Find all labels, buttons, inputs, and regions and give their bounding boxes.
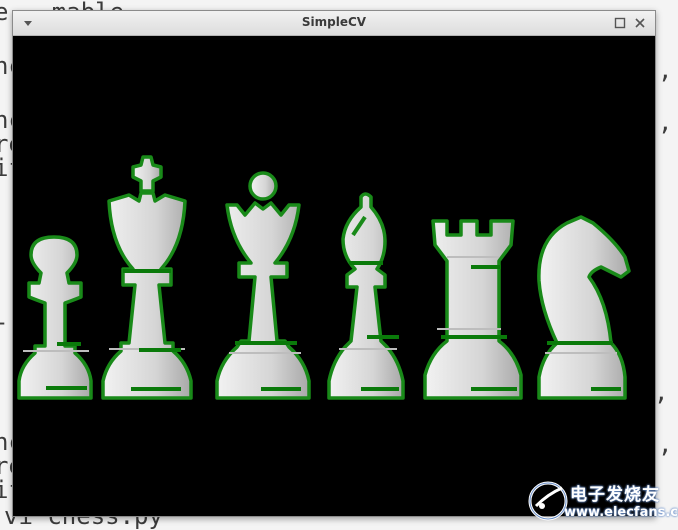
- maximize-button[interactable]: [613, 15, 627, 29]
- simplecv-window: SimpleCV: [12, 10, 656, 517]
- bishop-piece: [327, 192, 405, 400]
- terminal-comma: ,: [654, 378, 669, 406]
- terminal-comma: ,: [658, 56, 673, 84]
- king-piece: [101, 155, 193, 400]
- rook-piece: [423, 219, 523, 400]
- pawn-piece: [17, 235, 93, 400]
- terminal-line: -: [0, 310, 8, 334]
- watermark-url: www.elecfans.com: [564, 505, 678, 520]
- watermark-text: 电子发烧友: [570, 485, 660, 505]
- window-titlebar[interactable]: SimpleCV: [13, 11, 655, 36]
- image-canvas: [13, 36, 655, 516]
- knight-piece: [537, 215, 631, 400]
- elecfans-watermark: 电子发烧友 www.elecfans.com: [528, 474, 678, 528]
- terminal-comma: ,: [658, 108, 673, 136]
- window-title: SimpleCV: [301, 15, 367, 29]
- chess-image: [17, 155, 631, 400]
- terminal-comma: ,: [658, 430, 673, 458]
- queen-piece: [215, 171, 311, 400]
- close-button[interactable]: [633, 15, 647, 29]
- close-icon: [635, 18, 645, 28]
- maximize-icon: [614, 17, 626, 29]
